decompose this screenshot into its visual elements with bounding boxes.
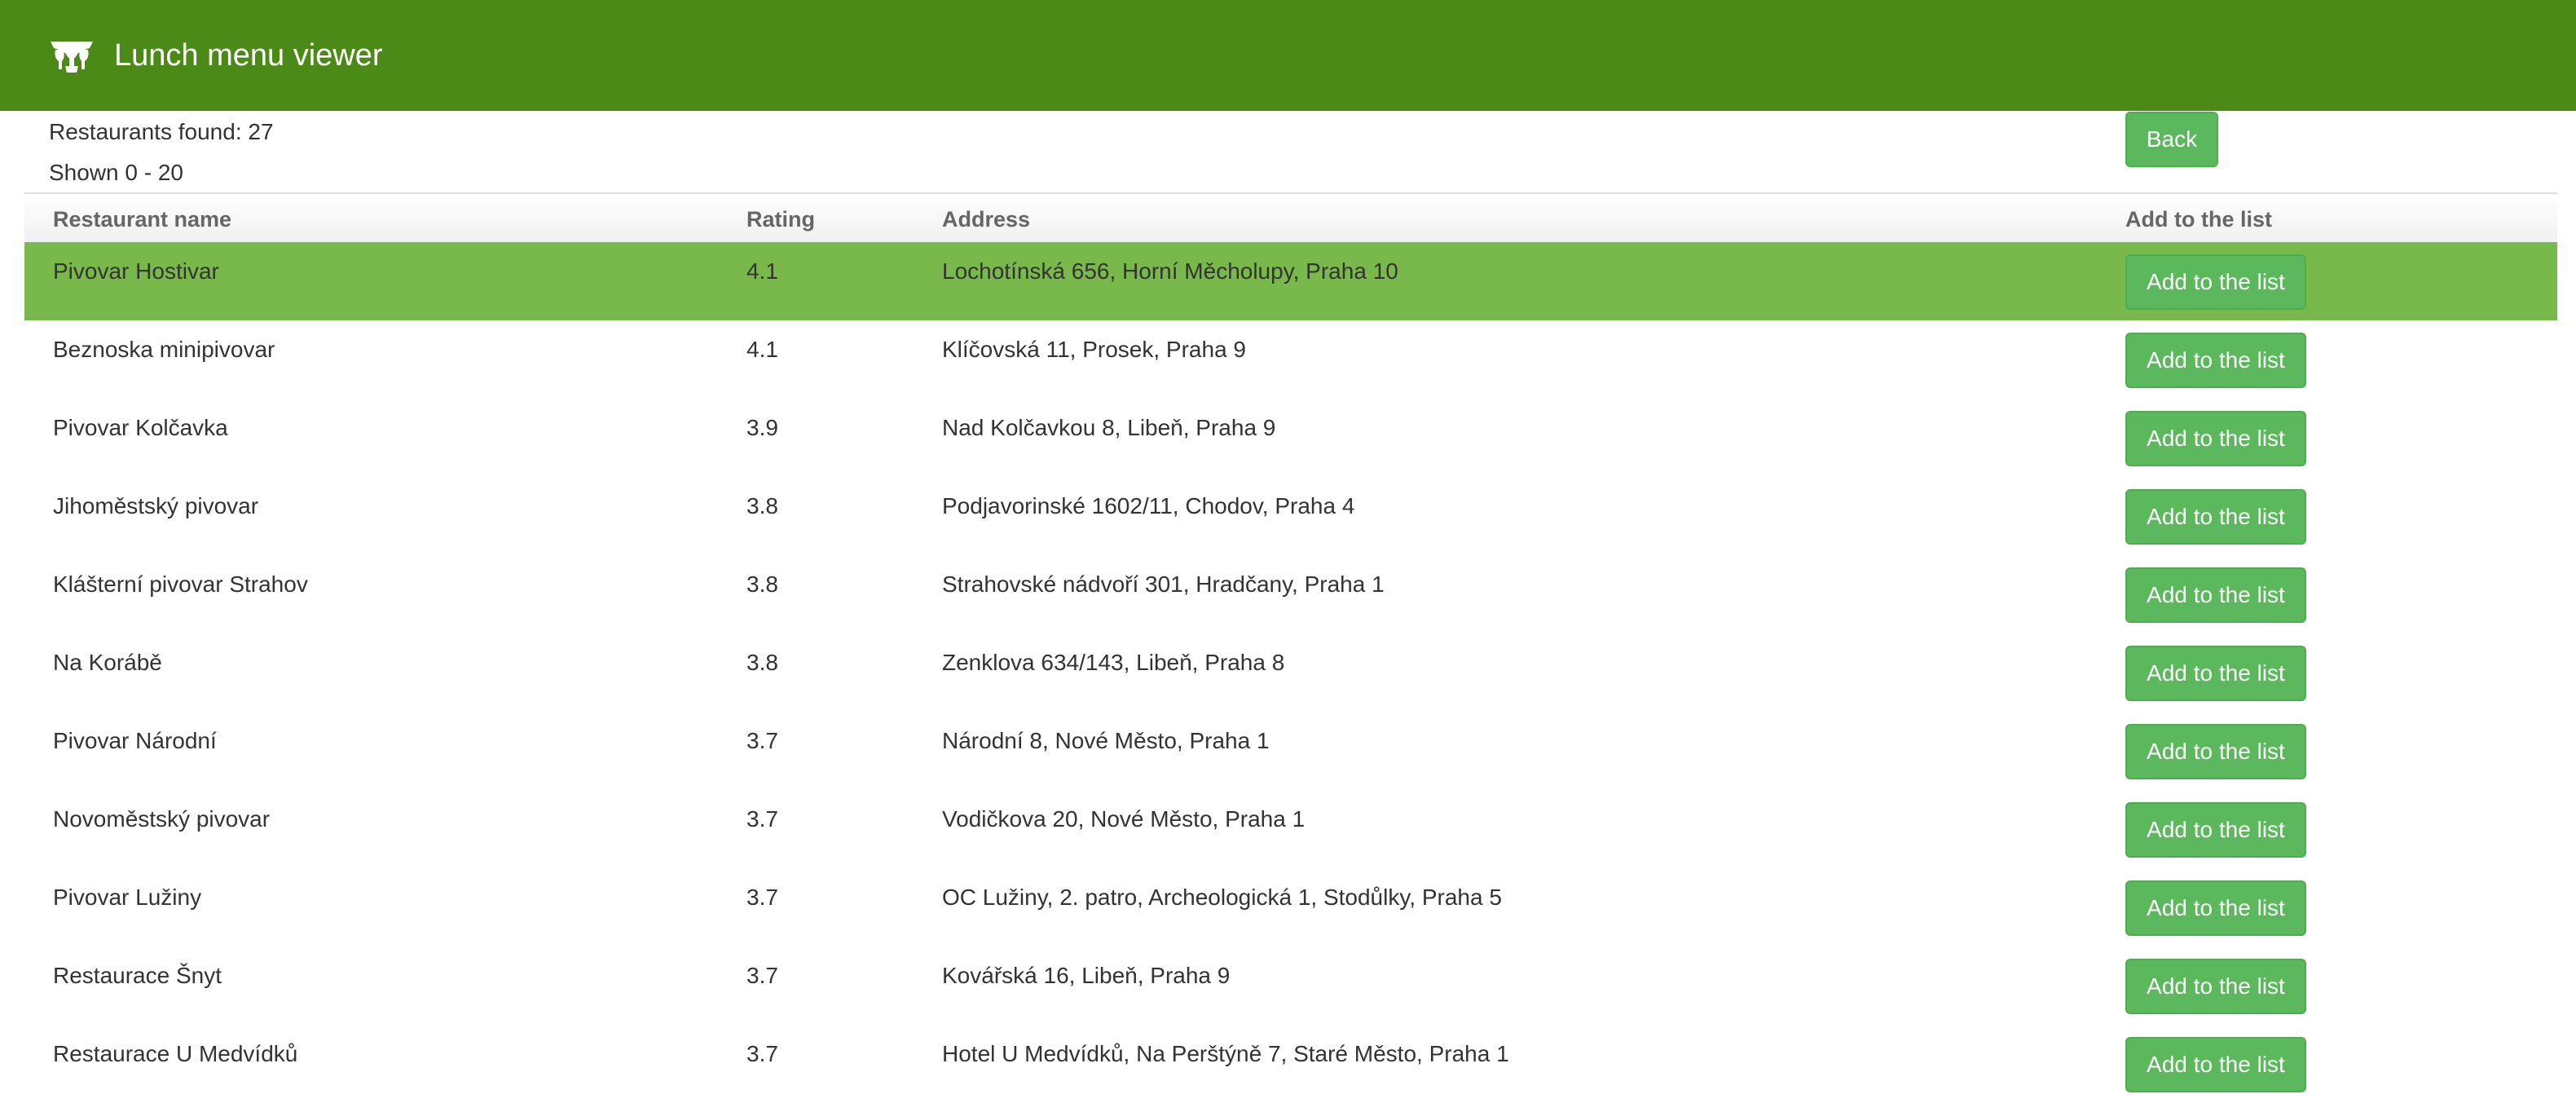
- restaurant-address: Hotel U Medvídků, Na Perštýně 7, Staré M…: [942, 1041, 1509, 1066]
- restaurant-address: Zenklova 634/143, Libeň, Praha 8: [942, 650, 1285, 675]
- table-row[interactable]: Novoměstský pivovar 3.7 Vodičkova 20, No…: [24, 790, 2557, 868]
- restaurant-rating: 3.8: [746, 493, 778, 518]
- restaurant-address: OC Lužiny, 2. patro, Archeologická 1, St…: [942, 885, 1502, 910]
- restaurant-rating: 3.7: [746, 728, 778, 753]
- table-row[interactable]: Pivovar Národní 3.7 Národní 8, Nové Měst…: [24, 712, 2557, 790]
- table-row[interactable]: Pivovar Lužiny 3.7 OC Lužiny, 2. patro, …: [24, 868, 2557, 946]
- add-to-list-button[interactable]: Add to the list: [2125, 646, 2306, 701]
- restaurant-address: Podjavorinské 1602/11, Chodov, Praha 4: [942, 493, 1355, 518]
- restaurant-name: Beznoska minipivovar: [53, 337, 275, 362]
- results-info: Restaurants found: 27 Shown 0 - 20: [49, 116, 274, 197]
- restaurant-name: Na Korábě: [53, 650, 162, 675]
- add-to-list-button[interactable]: Add to the list: [2125, 489, 2306, 545]
- restaurant-rating: 4.1: [746, 258, 778, 284]
- column-header-add: Add to the list: [2125, 207, 2272, 232]
- restaurant-rating: 3.8: [746, 650, 778, 675]
- restaurant-name: Pivovar Hostivar: [53, 258, 219, 284]
- table-row[interactable]: Na Korábě 3.8 Zenklova 634/143, Libeň, P…: [24, 633, 2557, 712]
- restaurant-name: Restaurace Šnyt: [53, 963, 222, 988]
- restaurant-address: Národní 8, Nové Město, Praha 1: [942, 728, 1270, 753]
- restaurant-address: Vodičkova 20, Nové Město, Praha 1: [942, 806, 1306, 832]
- restaurant-rating: 3.7: [746, 806, 778, 832]
- restaurant-name: Jihoměstský pivovar: [53, 493, 259, 518]
- restaurant-name: Pivovar Lužiny: [53, 885, 202, 910]
- table-row[interactable]: Restaurace Šnyt 3.7 Kovářská 16, Libeň, …: [24, 946, 2557, 1025]
- restaurant-rating: 3.7: [746, 885, 778, 910]
- table-header: Restaurant name Rating Address Add to th…: [24, 192, 2557, 242]
- shown-range-text: Shown 0 - 20: [49, 160, 183, 185]
- add-to-list-button[interactable]: Add to the list: [2125, 959, 2306, 1014]
- restaurant-table: Restaurant name Rating Address Add to th…: [24, 192, 2557, 1103]
- add-to-list-button[interactable]: Add to the list: [2125, 880, 2306, 936]
- top-navbar: Lunch menu viewer: [0, 0, 2576, 111]
- column-header-name: Restaurant name: [53, 207, 232, 232]
- table-row[interactable]: Jihoměstský pivovar 3.8 Podjavorinské 16…: [24, 477, 2557, 555]
- add-to-list-button[interactable]: Add to the list: [2125, 567, 2306, 623]
- table-row[interactable]: Pivovar Kolčavka 3.9 Nad Kolčavkou 8, Li…: [24, 399, 2557, 477]
- restaurant-name: Klášterní pivovar Strahov: [53, 571, 308, 597]
- restaurant-rating: 3.8: [746, 571, 778, 597]
- column-header-address: Address: [942, 207, 1031, 232]
- restaurant-address: Strahovské nádvoří 301, Hradčany, Praha …: [942, 571, 1385, 597]
- table-row[interactable]: Beznoska minipivovar 4.1 Klíčovská 11, P…: [24, 320, 2557, 399]
- back-button[interactable]: Back: [2125, 112, 2218, 167]
- app-title[interactable]: Lunch menu viewer: [114, 38, 383, 73]
- restaurant-address: Lochotínská 656, Horní Měcholupy, Praha …: [942, 258, 1398, 284]
- restaurant-address: Kovářská 16, Libeň, Praha 9: [942, 963, 1231, 988]
- restaurant-name: Pivovar Kolčavka: [53, 415, 228, 440]
- dining-icon: [47, 37, 96, 74]
- restaurant-name: Pivovar Národní: [53, 728, 217, 753]
- restaurant-rating: 3.7: [746, 963, 778, 988]
- add-to-list-button[interactable]: Add to the list: [2125, 254, 2306, 310]
- add-to-list-button[interactable]: Add to the list: [2125, 724, 2306, 779]
- restaurant-rating: 3.7: [746, 1041, 778, 1066]
- restaurant-address: Klíčovská 11, Prosek, Praha 9: [942, 337, 1246, 362]
- column-header-rating: Rating: [746, 207, 815, 232]
- add-to-list-button[interactable]: Add to the list: [2125, 802, 2306, 858]
- add-to-list-button[interactable]: Add to the list: [2125, 411, 2306, 466]
- restaurants-found-text: Restaurants found: 27: [49, 119, 274, 144]
- restaurant-name: Restaurace U Medvídků: [53, 1041, 298, 1066]
- restaurant-name: Novoměstský pivovar: [53, 806, 271, 832]
- table-row[interactable]: Klášterní pivovar Strahov 3.8 Strahovské…: [24, 555, 2557, 633]
- table-row[interactable]: Restaurace U Medvídků 3.7 Hotel U Medvíd…: [24, 1025, 2557, 1103]
- restaurant-address: Nad Kolčavkou 8, Libeň, Praha 9: [942, 415, 1276, 440]
- table-row[interactable]: Pivovar Hostivar 4.1 Lochotínská 656, Ho…: [24, 242, 2557, 320]
- restaurant-rating: 3.9: [746, 415, 778, 440]
- add-to-list-button[interactable]: Add to the list: [2125, 333, 2306, 388]
- restaurant-rating: 4.1: [746, 337, 778, 362]
- add-to-list-button[interactable]: Add to the list: [2125, 1037, 2306, 1092]
